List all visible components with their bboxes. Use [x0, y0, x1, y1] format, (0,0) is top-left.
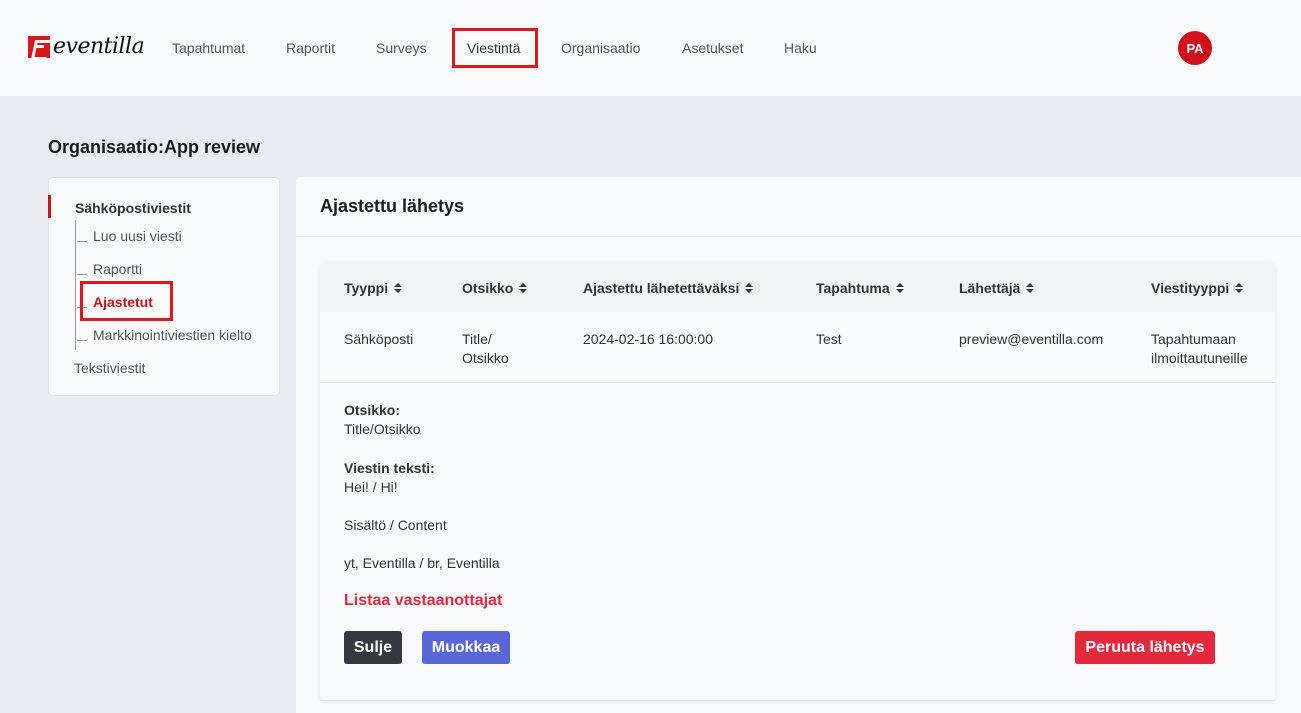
- nav-tapahtumat[interactable]: Tapahtumat: [172, 40, 245, 56]
- cell-title-line2: Otsikko: [462, 350, 509, 366]
- nav-asetukset[interactable]: Asetukset: [682, 40, 743, 56]
- body-label: Viestin teksti:: [344, 460, 435, 476]
- scheduled-message-card: Tyyppi Otsikko Ajastettu lähetettäväksi …: [320, 262, 1275, 700]
- cell-event: Test: [816, 331, 842, 347]
- cell-title: Title/Otsikko: [462, 330, 509, 368]
- sidebar-item-raportti[interactable]: Raportti: [93, 261, 142, 277]
- sort-icon: [745, 282, 754, 294]
- sort-icon: [895, 282, 904, 294]
- column-header-label: Tapahtuma: [816, 280, 890, 296]
- column-header-ajastettu[interactable]: Ajastettu lähetettäväksi: [583, 280, 754, 296]
- sort-icon: [394, 282, 403, 294]
- sidebar-tree-line: [75, 220, 76, 350]
- logo-mark-icon: [28, 35, 50, 58]
- column-header-label: Viestityyppi: [1151, 280, 1230, 296]
- divider: [320, 700, 1275, 701]
- column-header-tapahtuma[interactable]: Tapahtuma: [816, 280, 904, 296]
- body-line: Sisältö / Content: [344, 517, 447, 533]
- user-avatar[interactable]: PA: [1178, 31, 1212, 65]
- list-recipients-link[interactable]: Listaa vastaanottajat: [344, 592, 502, 610]
- column-header-otsikko[interactable]: Otsikko: [462, 280, 528, 296]
- column-header-label: Ajastettu lähetettäväksi: [583, 280, 740, 296]
- tree-connector: [77, 340, 87, 341]
- subject-value: Title/Otsikko: [344, 421, 421, 437]
- tree-connector: [77, 241, 87, 242]
- sidebar-active-indicator: [48, 195, 51, 218]
- row-divider: [320, 382, 1275, 383]
- subject-label: Otsikko:: [344, 402, 401, 418]
- cell-message-type-line2: ilmoittautuneille: [1151, 350, 1248, 366]
- sort-icon: [1235, 282, 1244, 294]
- cell-message-type: Tapahtumaan ilmoittautuneille: [1151, 330, 1248, 368]
- cell-message-type-line1: Tapahtumaan: [1151, 331, 1236, 347]
- eventilla-logo[interactable]: eventilla: [28, 34, 145, 59]
- logo-text: eventilla: [53, 34, 145, 59]
- top-navbar: eventilla Tapahtumat Raportit Surveys Vi…: [0, 0, 1301, 96]
- column-header-label: Otsikko: [462, 280, 514, 296]
- sidebar: Sähköpostiviestit Luo uusi viesti Raport…: [48, 177, 280, 396]
- close-button[interactable]: Sulje: [344, 631, 402, 664]
- nav-organisaatio[interactable]: Organisaatio: [561, 40, 640, 56]
- scheduled-send-panel: Ajastettu lähetys Tyyppi Otsikko Ajastet…: [296, 177, 1301, 713]
- nav-haku[interactable]: Haku: [784, 40, 817, 56]
- sort-icon: [1026, 282, 1035, 294]
- panel-title: Ajastettu lähetys: [320, 196, 465, 216]
- column-header-lahettaja[interactable]: Lähettäjä: [959, 280, 1035, 296]
- nav-raportit[interactable]: Raportit: [286, 40, 335, 56]
- nav-active-highlight: [452, 28, 538, 68]
- sidebar-item-tekstiviestit[interactable]: Tekstiviestit: [74, 360, 146, 376]
- sort-icon: [519, 282, 528, 294]
- column-header-viestityyppi[interactable]: Viestityyppi: [1151, 280, 1244, 296]
- edit-button[interactable]: Muokkaa: [422, 631, 510, 664]
- sidebar-item-markkinointiviestien-kielto[interactable]: Markkinointiviestien kielto: [93, 327, 252, 343]
- table-header: Tyyppi Otsikko Ajastettu lähetettäväksi …: [320, 262, 1275, 312]
- cell-sender: preview@eventilla.com: [959, 331, 1104, 347]
- sidebar-item-sahkopostiviestit[interactable]: Sähköpostiviestit: [75, 200, 191, 216]
- tree-connector: [77, 274, 87, 275]
- body-line: yt, Eventilla / br, Eventilla: [344, 555, 500, 571]
- cell-title-line1: Title/: [462, 331, 492, 347]
- cell-scheduled: 2024-02-16 16:00:00: [583, 331, 713, 347]
- column-header-tyyppi[interactable]: Tyyppi: [344, 280, 403, 296]
- cancel-send-button[interactable]: Peruuta lähetys: [1075, 631, 1215, 664]
- sidebar-item-luo-uusi-viesti[interactable]: Luo uusi viesti: [93, 228, 182, 244]
- column-header-label: Lähettäjä: [959, 280, 1021, 296]
- cell-type: Sähköposti: [344, 331, 414, 347]
- nav-surveys[interactable]: Surveys: [376, 40, 427, 56]
- column-header-label: Tyyppi: [344, 280, 389, 296]
- body-line: Hei! / Hi!: [344, 479, 398, 495]
- sidebar-active-highlight: [80, 281, 173, 321]
- page-title: Organisaatio:App review: [48, 137, 261, 157]
- divider: [296, 236, 1301, 237]
